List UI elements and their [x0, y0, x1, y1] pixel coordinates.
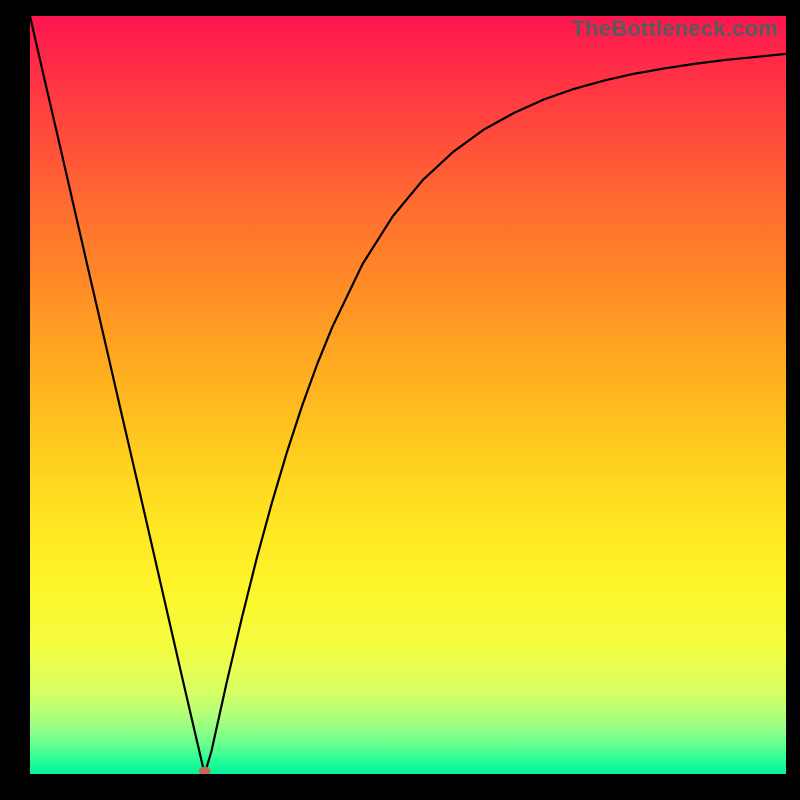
bottleneck-curve	[30, 16, 786, 774]
chart-svg	[30, 16, 786, 774]
gradient-plot-area: TheBottleneck.com	[30, 16, 786, 774]
optimal-point-marker	[199, 767, 211, 775]
